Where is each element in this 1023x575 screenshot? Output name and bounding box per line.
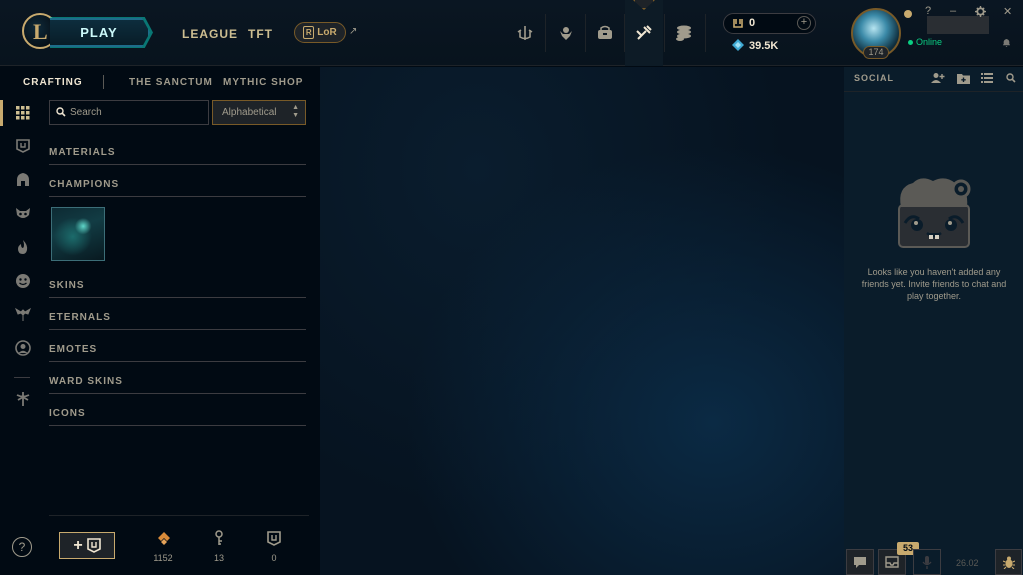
status-text[interactable]: Online — [916, 37, 942, 47]
tab-crafting[interactable]: CRAFTING — [23, 77, 83, 88]
orange-essence-icon — [156, 530, 172, 546]
nav-divider — [664, 14, 665, 52]
category-emotes[interactable]: EMOTES — [49, 344, 306, 362]
nav-lor-button[interactable]: R LoR — [294, 22, 346, 43]
add-folder-icon[interactable] — [956, 72, 970, 84]
voice-button[interactable] — [913, 549, 941, 575]
ward-icon[interactable] — [13, 304, 33, 324]
social-panel — [844, 67, 1023, 575]
key-count: 13 — [213, 553, 224, 563]
flame-icon[interactable] — [13, 237, 33, 257]
bug-report-button[interactable] — [995, 549, 1022, 575]
search-icon — [56, 107, 66, 117]
close-button[interactable]: ✕ — [1003, 5, 1012, 18]
nav-divider — [545, 14, 546, 52]
chest-icon — [86, 538, 101, 553]
sort-arrows-icon: ▲ ▼ — [292, 104, 299, 119]
client-window: L PLAY LEAGUE TFT R LoR ↗ 0 + 39.5K 174 … — [0, 0, 1023, 575]
blue-essence-icon — [732, 39, 744, 51]
nav-league[interactable]: LEAGUE — [182, 27, 238, 41]
rail-active-indicator — [0, 100, 3, 126]
buy-rp-button[interactable]: + — [797, 16, 811, 30]
add-chest-button[interactable]: + — [59, 532, 115, 559]
helmet-icon[interactable] — [13, 170, 33, 190]
sort-dropdown-value: Alphabetical — [222, 107, 277, 118]
category-eternals[interactable]: ETERNALS — [49, 312, 306, 330]
chest-icon[interactable] — [13, 136, 33, 156]
champion-shard-item[interactable] — [51, 207, 105, 261]
chest-count: 0 — [271, 553, 277, 563]
profile-icon[interactable] — [553, 20, 579, 46]
subnav-divider — [103, 75, 104, 89]
category-icons[interactable]: ICONS — [49, 408, 306, 426]
nav-divider — [585, 14, 586, 52]
social-header-divider — [844, 91, 1023, 92]
mask-icon[interactable] — [13, 204, 33, 224]
honor-icon — [904, 10, 912, 18]
lor-label: LoR — [317, 27, 337, 38]
loot-bar-divider — [49, 515, 309, 516]
online-status-dot — [908, 40, 913, 45]
category-ward-skins[interactable]: WARD SKINS — [49, 376, 306, 394]
search-field[interactable] — [49, 100, 209, 125]
sort-dropdown[interactable]: Alphabetical ▲ ▼ — [212, 100, 306, 125]
nav-tft[interactable]: TFT — [248, 27, 273, 41]
chat-bubble-icon — [854, 556, 866, 568]
search-input[interactable] — [70, 101, 206, 124]
play-button[interactable]: PLAY — [50, 18, 150, 47]
external-link-icon: ↗ — [349, 26, 358, 37]
loot-icon[interactable] — [631, 20, 657, 46]
main-background — [320, 67, 844, 575]
add-friend-icon[interactable] — [931, 72, 945, 84]
chat-button[interactable] — [846, 549, 874, 575]
grid-icon[interactable] — [13, 103, 33, 123]
tab-mythic-shop[interactable]: MYTHIC SHOP — [223, 77, 303, 88]
help-button[interactable]: ? — [12, 537, 32, 557]
eternals-icon[interactable] — [13, 389, 33, 409]
category-materials[interactable]: MATERIALS — [49, 147, 306, 165]
microphone-icon — [922, 555, 932, 569]
summoner-name-redacted — [927, 16, 989, 34]
lor-badge: R — [303, 26, 315, 39]
home-icon[interactable] — [512, 20, 538, 46]
poro-illustration-icon — [898, 178, 971, 248]
top-bar: L PLAY LEAGUE TFT R LoR ↗ 0 + 39.5K 174 … — [0, 0, 1023, 66]
tab-the-sanctum[interactable]: THE SANCTUM — [129, 77, 213, 88]
be-value: 39.5K — [749, 40, 779, 52]
help-icon[interactable]: ? — [925, 5, 931, 17]
chest-count-icon — [266, 530, 282, 546]
store-icon[interactable] — [671, 20, 697, 46]
orange-essence-count: 1152 — [153, 553, 173, 563]
social-search-icon[interactable] — [1004, 72, 1018, 84]
category-skins[interactable]: SKINS — [49, 280, 306, 298]
version-clock: 26.02 — [956, 558, 979, 568]
social-empty-message: Looks like you haven't added any friends… — [861, 267, 1007, 301]
profile-circle-icon[interactable] — [13, 338, 33, 358]
settings-gear-icon[interactable] — [975, 6, 986, 17]
category-champions[interactable]: CHAMPIONS — [49, 179, 306, 197]
emote-face-icon[interactable] — [13, 271, 33, 291]
notification-tray-icon — [885, 556, 899, 568]
nav-divider — [705, 14, 706, 52]
list-view-icon[interactable] — [980, 72, 994, 84]
key-icon — [211, 530, 227, 546]
rail-divider — [14, 377, 30, 378]
rp-value: 0 — [749, 17, 756, 29]
add-label: + — [73, 536, 83, 554]
level-badge: 174 — [863, 46, 889, 59]
minimize-button[interactable]: – — [950, 5, 956, 17]
collection-icon[interactable] — [592, 20, 618, 46]
rp-icon — [733, 19, 743, 28]
social-title: SOCIAL — [854, 73, 895, 83]
bug-icon — [1002, 556, 1015, 569]
notification-bell-icon[interactable] — [1002, 38, 1011, 48]
